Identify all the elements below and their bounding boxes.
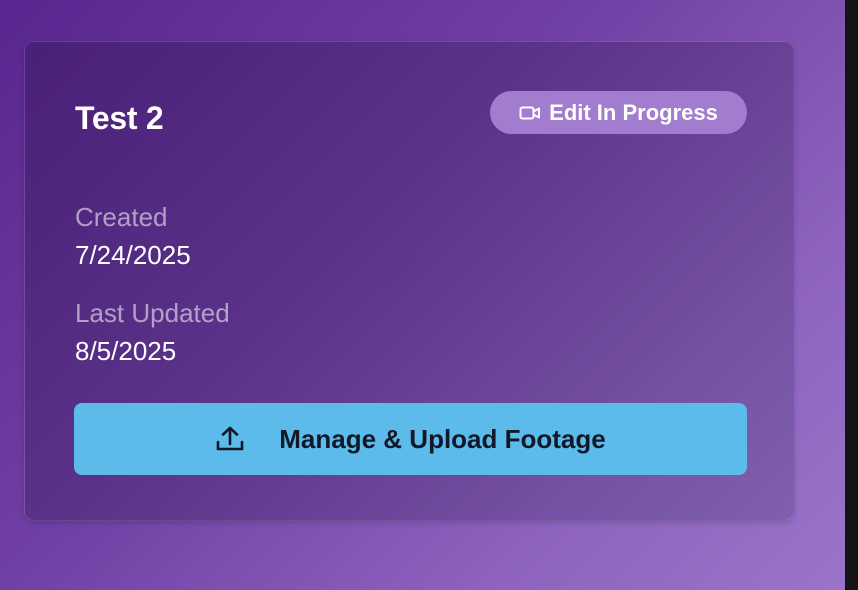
created-date: 7/24/2025 — [75, 240, 191, 270]
manage-upload-footage-label: Manage & Upload Footage — [279, 423, 606, 454]
video-camera-icon — [519, 105, 541, 121]
status-badge: Edit In Progress — [490, 91, 747, 134]
project-title: Test 2 — [75, 100, 164, 136]
manage-upload-footage-button[interactable]: Manage & Upload Footage — [74, 403, 747, 475]
last-updated-date: 8/5/2025 — [75, 336, 177, 366]
project-card: Test 2 Edit In Progress Created 7/24/202… — [24, 41, 794, 521]
last-updated-label: Last Updated — [75, 298, 230, 328]
status-badge-label: Edit In Progress — [549, 99, 718, 125]
created-label: Created — [75, 202, 168, 232]
upload-icon — [215, 425, 245, 453]
